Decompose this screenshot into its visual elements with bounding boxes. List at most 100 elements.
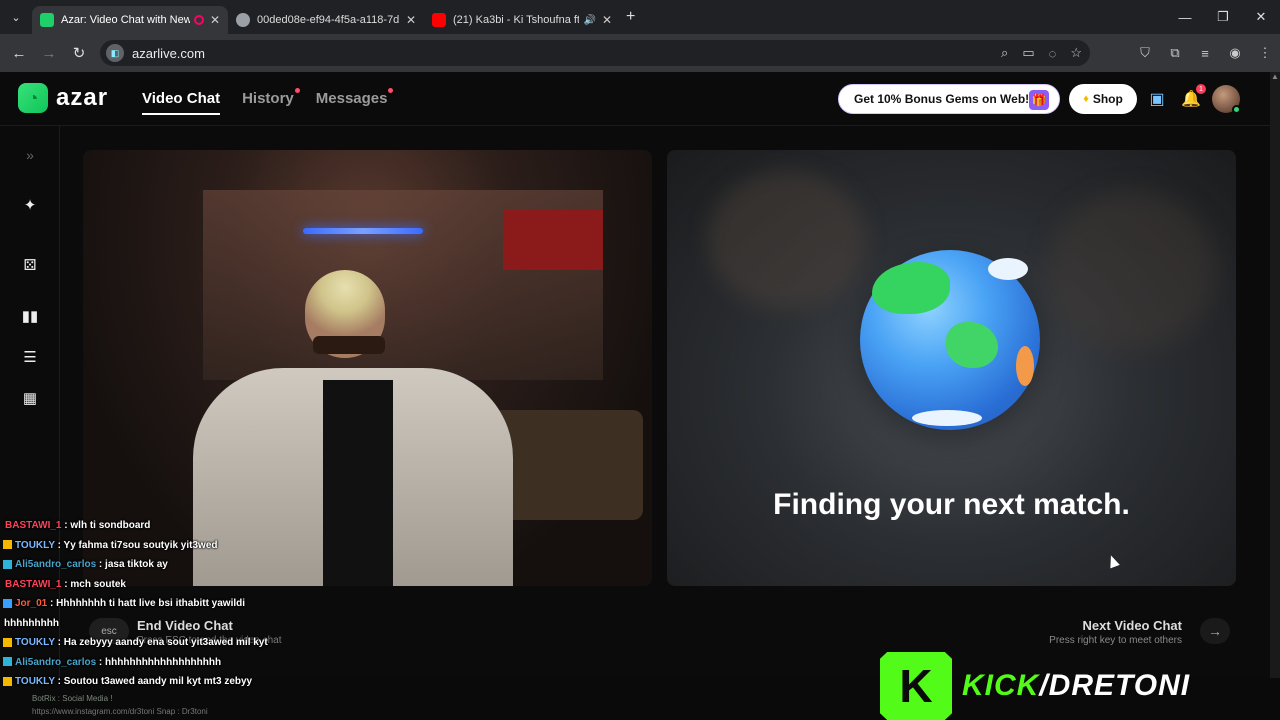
- kick-overlay: K KICK/DRETONI: [880, 652, 1190, 720]
- bot-message-link: https://www.instagram.com/dr3toni Snap :…: [32, 707, 208, 716]
- magic-wand-icon[interactable]: ✦: [18, 193, 42, 217]
- match-video: Finding your next match.: [667, 150, 1236, 586]
- nav-history-label: History: [242, 90, 294, 107]
- chat-message: : Hhhhhhhh ti hatt live bsi ithabitt yaw…: [47, 598, 246, 609]
- restore-icon[interactable]: ❐: [1204, 0, 1242, 34]
- chat-username: Jor_01: [15, 598, 48, 609]
- main-nav: Video Chat History Messages: [142, 88, 394, 115]
- kick-prefix: KICK: [962, 669, 1040, 702]
- sunglasses: [313, 336, 385, 354]
- reload-icon[interactable]: ↻: [64, 44, 94, 62]
- azar-logo[interactable]: ◔ azar: [18, 83, 108, 113]
- close-tab-icon[interactable]: ✕: [602, 13, 612, 27]
- gem-icon: ♦: [1083, 93, 1089, 105]
- chat-badge-icon: [3, 676, 12, 686]
- chat-line: TOUKLY : Ha zebyyy aandy ena sout yit3aw…: [0, 633, 300, 653]
- layout-stacked-icon[interactable]: ☰: [18, 345, 42, 369]
- chat-badge-icon: [3, 598, 12, 608]
- layout-grid-icon[interactable]: ▦: [18, 386, 42, 410]
- shield-extension-icon[interactable]: ⛉: [1130, 45, 1160, 61]
- shop-label: Shop: [1092, 92, 1123, 106]
- logo-text: azar: [56, 84, 109, 111]
- cloud: [912, 410, 982, 426]
- address-bar-row: ← → ↻ ◧ azarlive.com ⌕ ▭ ◌ ☆ ⛉ ⧉ ≡ ◉ ⋮: [0, 34, 1280, 72]
- person-shirt: [323, 380, 393, 586]
- next-title: Next Video Chat: [1082, 618, 1182, 633]
- close-tab-icon[interactable]: ✕: [406, 13, 416, 27]
- chat-message: hhhhhhhhh: [4, 617, 59, 629]
- youtube-favicon-icon: [432, 13, 446, 27]
- shop-button[interactable]: ♦ Shop: [1069, 84, 1137, 114]
- zoom-icon[interactable]: ⌕: [1001, 45, 1008, 61]
- wall-flag: [503, 210, 603, 270]
- blur-shape: [1047, 190, 1217, 350]
- chat-username: BASTAWI_1: [5, 578, 62, 590]
- layout-side-by-side-icon[interactable]: ▮▮: [18, 304, 42, 328]
- speaker-icon[interactable]: 🔊: [583, 15, 595, 26]
- cast-icon[interactable]: ▭: [1022, 45, 1034, 61]
- close-window-icon[interactable]: ✕: [1242, 0, 1280, 34]
- omnibox[interactable]: ◧ azarlive.com ⌕ ▭ ◌ ☆: [100, 40, 1090, 66]
- recording-icon: [193, 15, 204, 25]
- chat-message: : Ha zebyyy aandy ena sout yit3awed mil …: [54, 637, 268, 648]
- site-info-icon[interactable]: ◧: [106, 44, 124, 62]
- media-control-icon[interactable]: ≡: [1190, 46, 1220, 61]
- azar-favicon-icon: [40, 13, 54, 27]
- globe-icon: [860, 250, 1040, 430]
- tab-title: 00ded08e-ef94-4f5a-a118-7d19: [257, 14, 400, 26]
- finding-match-text: Finding your next match.: [773, 488, 1130, 521]
- bonus-gems-button[interactable]: Get 10% Bonus Gems on Web! 🎁: [838, 84, 1060, 114]
- bookmark-star-icon[interactable]: ☆: [1070, 45, 1082, 61]
- kick-channel: KICK/DRETONI: [962, 669, 1190, 703]
- tab-title: Azar: Video Chat with New F: [61, 14, 190, 26]
- promo-label: Get 10% Bonus Gems on Web!: [854, 92, 1030, 106]
- bell-icon[interactable]: 🔔 1: [1180, 84, 1206, 110]
- kebab-menu-icon[interactable]: ⋮: [1250, 45, 1280, 61]
- chat-badge-icon: [3, 637, 12, 647]
- eye-off-icon[interactable]: ◌: [1049, 46, 1057, 61]
- expand-chevrons-icon[interactable]: »: [18, 143, 42, 167]
- tab-azar[interactable]: Azar: Video Chat with New F ✕: [32, 6, 228, 34]
- dice-icon[interactable]: ⚄: [18, 253, 42, 277]
- nav-video-chat[interactable]: Video Chat: [142, 90, 221, 115]
- azar-logo-mark-icon: ◔: [18, 83, 48, 113]
- tab-search-chevron-icon[interactable]: ⌄: [0, 0, 32, 34]
- nav-history[interactable]: History: [242, 88, 300, 115]
- continent: [1016, 346, 1034, 386]
- chat-username: Ali5andro_carlos: [15, 656, 97, 668]
- tab-uuid[interactable]: 00ded08e-ef94-4f5a-a118-7d19 ✕: [228, 6, 424, 34]
- chat-message: : wlh ti sondboard: [61, 520, 151, 531]
- url-text[interactable]: azarlive.com: [132, 46, 205, 61]
- chat-line: TOUKLY : Yy fahma ti7sou soutyik yit3wed: [0, 536, 300, 556]
- new-tab-plus-icon[interactable]: +: [626, 8, 635, 26]
- forward-arrow-icon[interactable]: →: [34, 45, 64, 62]
- kick-name: /DRETONI: [1039, 669, 1191, 702]
- window-controls: — ❐ ✕: [1166, 0, 1280, 34]
- profile-icon[interactable]: ◉: [1220, 45, 1250, 61]
- back-arrow-icon[interactable]: ←: [4, 45, 34, 62]
- chat-line: Jor_01 : Hhhhhhhh ti hatt live bsi ithab…: [0, 594, 300, 614]
- chat-username: BASTAWI_1: [5, 520, 62, 531]
- notification-dot: [294, 88, 300, 93]
- notification-dot: [388, 88, 394, 93]
- tab-youtube[interactable]: (21) Ka3bi - Ki Tshoufna ft M 🔊 ✕: [424, 6, 620, 34]
- bell-badge: 1: [1196, 84, 1206, 94]
- page-scrollbar[interactable]: ▲: [1270, 72, 1280, 678]
- chat-message: : jasa tiktok ay: [96, 559, 168, 570]
- tab-title: (21) Ka3bi - Ki Tshoufna ft M: [453, 14, 580, 26]
- avatar[interactable]: [1212, 85, 1241, 114]
- gems-wallet-icon[interactable]: ▣: [1146, 88, 1168, 110]
- nav-messages[interactable]: Messages: [315, 88, 394, 115]
- chat-username: TOUKLY: [15, 539, 55, 551]
- minimize-icon[interactable]: —: [1166, 0, 1204, 34]
- chat-username: TOUKLY: [15, 676, 55, 687]
- chat-line: BASTAWI_1 : mch soutek: [0, 575, 300, 595]
- chat-message: : Yy fahma ti7sou soutyik yit3wed: [54, 539, 218, 551]
- nav-messages-label: Messages: [315, 90, 388, 107]
- chat-badge-icon: [3, 540, 12, 550]
- extensions-puzzle-icon[interactable]: ⧉: [1160, 45, 1190, 61]
- chat-badge-icon: [3, 657, 12, 667]
- scroll-up-arrow-icon[interactable]: ▲: [1270, 72, 1280, 81]
- chat-message: : mch soutek: [61, 578, 126, 590]
- close-tab-icon[interactable]: ✕: [210, 13, 220, 27]
